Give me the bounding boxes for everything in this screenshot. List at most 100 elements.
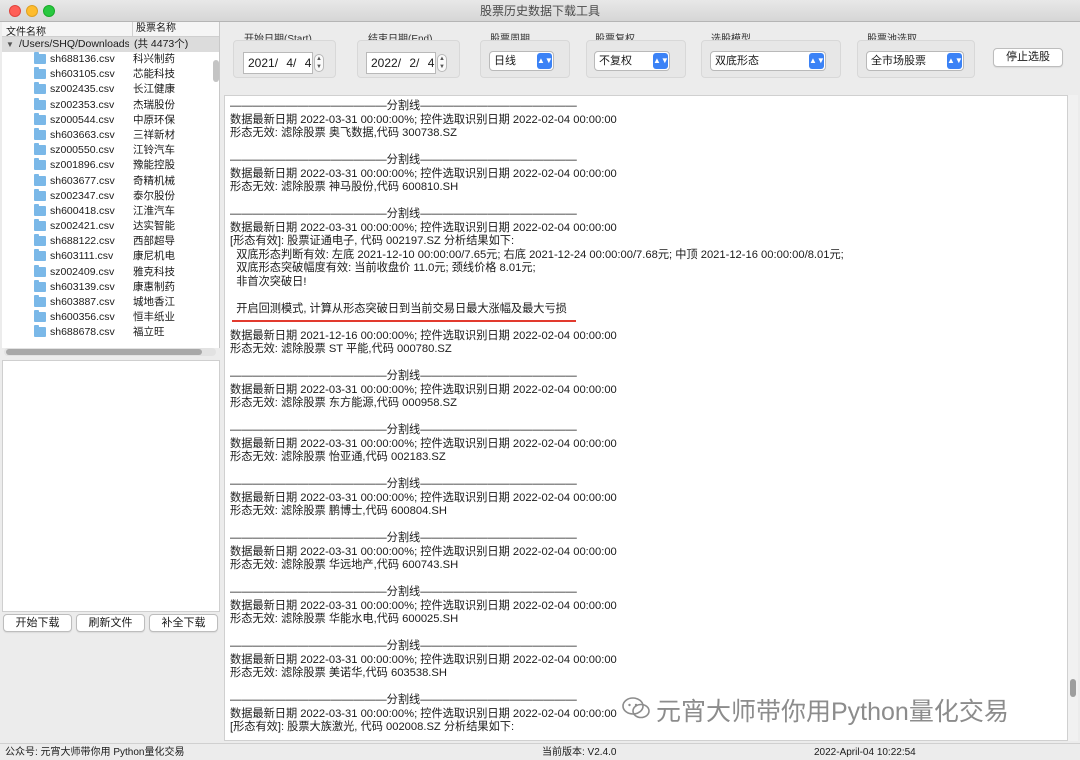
- file-icon: [34, 264, 46, 277]
- adjust-select[interactable]: 不复权 ▲▼: [594, 51, 670, 71]
- log-line: 形态无效: 滤除股票 鹏博士,代码 600804.SH: [230, 505, 447, 517]
- log-output[interactable]: ——————————————分割线—————————————— 数据最新日期 20…: [224, 95, 1068, 741]
- stock-name: 江淮汽车: [133, 204, 175, 217]
- period-select[interactable]: 日线 ▲▼: [489, 51, 554, 71]
- root-path: /Users/SHQ/Downloads/f: [19, 38, 129, 50]
- log-entry: ——————————————分割线—————————————— 数据最新日期 20…: [225, 478, 1067, 519]
- file-name: sz001896.csv: [50, 159, 115, 172]
- file-icon: [34, 158, 46, 171]
- close-window-icon[interactable]: [9, 5, 21, 17]
- log-separator: ——————————————分割线——————————————: [230, 208, 577, 220]
- log-scrollbar[interactable]: [1068, 95, 1078, 741]
- column-stock-name[interactable]: 股票名称: [132, 22, 176, 36]
- disclosure-triangle-icon[interactable]: ▼: [6, 37, 14, 52]
- tree-row[interactable]: sh600418.csv 江淮汽车: [2, 203, 219, 219]
- log-entry: ——————————————分割线—————————————— 数据最新日期 20…: [225, 424, 1067, 465]
- log-line: 形态无效: 滤除股票 美诺华,代码 603538.SH: [230, 667, 447, 679]
- refresh-files-button[interactable]: 刷新文件: [76, 614, 145, 632]
- file-name: sh600418.csv: [50, 204, 115, 217]
- log-line: 数据最新日期 2021-12-16 00:00:00%; 控件选取识别日期 20…: [230, 329, 617, 342]
- tree-row[interactable]: sh603111.csv 康尼机电: [2, 249, 219, 264]
- minimize-window-icon[interactable]: [26, 5, 38, 17]
- tree-row[interactable]: sh603887.csv 城地香江: [2, 295, 219, 310]
- log-line: 双底形态判断有效: 左底 2021-12-10 00:00:00/7.65元; …: [230, 248, 844, 261]
- log-line: 数据最新日期 2022-03-31 00:00:00%; 控件选取识别日期 20…: [230, 383, 617, 396]
- log-line: 双底形态突破幅度有效: 当前收盘价 11.0元; 颈线价格 8.01元;: [230, 262, 536, 274]
- model-select[interactable]: 双底形态 ▲▼: [710, 51, 826, 71]
- tree-row[interactable]: sh688136.csv 科兴制药: [2, 52, 219, 67]
- start-download-button[interactable]: 开始下载: [3, 614, 72, 632]
- file-icon: [34, 219, 46, 232]
- tree-scrollbar[interactable]: [213, 60, 219, 82]
- file-name: sh688122.csv: [50, 235, 115, 248]
- tree-root-folder[interactable]: ▼ /Users/SHQ/Downloads/f (共 4473个): [2, 37, 219, 52]
- log-entry: ——————————————分割线—————————————— 数据最新日期 20…: [225, 370, 1067, 411]
- start-date-stepper[interactable]: ▲ ▼: [314, 54, 324, 72]
- file-icon: [34, 173, 46, 186]
- tree-row[interactable]: sz001896.csv 豫能控股: [2, 158, 219, 173]
- log-line: 非首次突破日!: [230, 275, 307, 288]
- tree-row[interactable]: sz000550.csv 江铃汽车: [2, 143, 219, 158]
- highlight-underline: [232, 320, 576, 322]
- status-wechat: 公众号: 元宵大师带你用 Python量化交易: [5, 747, 185, 758]
- file-name: sh603139.csv: [50, 280, 115, 293]
- wechat-icon: [622, 697, 650, 719]
- stock-name: 杰瑞股份: [133, 98, 175, 111]
- file-name: sh603111.csv: [50, 250, 114, 263]
- tree-row[interactable]: sz002409.csv 雅克科技: [2, 264, 219, 280]
- log-line: 数据最新日期 2022-03-31 00:00:00%; 控件选取识别日期 20…: [230, 545, 617, 558]
- column-file-name[interactable]: 文件名称: [6, 23, 46, 38]
- tree-row[interactable]: sh603663.csv 三祥新材: [2, 127, 219, 143]
- tree-row[interactable]: sz002421.csv 达实智能: [2, 219, 219, 234]
- tree-row[interactable]: sh688122.csv 西部超导: [2, 234, 219, 249]
- tree-row[interactable]: sh603677.csv 奇精机械: [2, 173, 219, 189]
- stock-name: 奇精机械: [133, 174, 175, 187]
- tree-row[interactable]: sz000544.csv 中原环保: [2, 112, 219, 128]
- log-line: 形态无效: 滤除股票 神马股份,代码 600810.SH: [230, 181, 459, 193]
- log-scroll-thumb[interactable]: [1070, 679, 1076, 697]
- stock-name: 康惠制药: [133, 280, 175, 293]
- title-bar: 股票历史数据下载工具: [0, 0, 1080, 22]
- period-value: 日线: [494, 55, 516, 67]
- log-separator: ——————————————分割线——————————————: [230, 100, 577, 112]
- tree-row[interactable]: sh688678.csv 福立旺: [2, 325, 219, 340]
- tree-row[interactable]: sz002435.csv 长江健康: [2, 82, 219, 97]
- end-date-field[interactable]: 2022/ 2/ 4: [366, 52, 436, 74]
- file-name: sh603663.csv: [50, 128, 115, 141]
- tree-row[interactable]: sh603139.csv 康惠制药: [2, 279, 219, 295]
- start-date-field[interactable]: 2021/ 4/ 4: [243, 52, 313, 74]
- file-icon: [34, 52, 46, 64]
- log-line: 形态无效: 滤除股票 东方能源,代码 000958.SZ: [230, 397, 457, 409]
- tree-row[interactable]: sh600356.csv 恒丰纸业: [2, 310, 219, 325]
- stock-name: 恒丰纸业: [133, 311, 175, 324]
- log-separator: ——————————————分割线——————————————: [230, 478, 577, 490]
- tree-row[interactable]: sz002353.csv 杰瑞股份: [2, 97, 219, 113]
- chevron-down-icon[interactable]: ▲▼: [809, 53, 825, 69]
- stock-name: 芯能科技: [133, 68, 175, 81]
- tree-horizontal-scrollbar[interactable]: [4, 348, 216, 356]
- file-name: sz000544.csv: [50, 113, 115, 126]
- file-tree[interactable]: 文件名称 股票名称 ▼ /Users/SHQ/Downloads/f (共 44…: [2, 22, 220, 348]
- stop-select-button[interactable]: 停止选股: [993, 48, 1063, 67]
- scroll-thumb[interactable]: [6, 349, 202, 355]
- log-line: 开启回测模式, 计算从形态突破日到当前交易日最大涨幅及最大亏损: [230, 302, 567, 315]
- pool-value: 全市场股票: [871, 55, 926, 67]
- tree-row[interactable]: sz002347.csv 泰尔股份: [2, 188, 219, 204]
- maximize-window-icon[interactable]: [43, 5, 55, 17]
- chevron-down-icon[interactable]: ▲▼: [537, 53, 553, 69]
- log-line: 形态无效: 滤除股票 华远地产,代码 600743.SH: [230, 559, 459, 571]
- log-line: 数据最新日期 2022-03-31 00:00:00%; 控件选取识别日期 20…: [230, 599, 617, 612]
- status-datetime: 2022-April-04 10:22:54: [814, 747, 916, 758]
- complete-download-button[interactable]: 补全下载: [149, 614, 218, 632]
- chevron-down-icon[interactable]: ▲▼: [947, 53, 963, 69]
- stock-name: 西部超导: [133, 235, 175, 248]
- tree-row[interactable]: sh603105.csv 芯能科技: [2, 67, 219, 82]
- start-day: 4: [304, 56, 312, 70]
- log-entry: ——————————————分割线—————————————— 数据最新日期 20…: [225, 586, 1067, 627]
- stock-name: 康尼机电: [133, 250, 175, 263]
- end-date-stepper[interactable]: ▲ ▼: [437, 54, 447, 72]
- chevron-down-icon[interactable]: ▲▼: [653, 53, 669, 69]
- pool-select[interactable]: 全市场股票 ▲▼: [866, 51, 964, 71]
- file-name: sz002353.csv: [50, 98, 115, 111]
